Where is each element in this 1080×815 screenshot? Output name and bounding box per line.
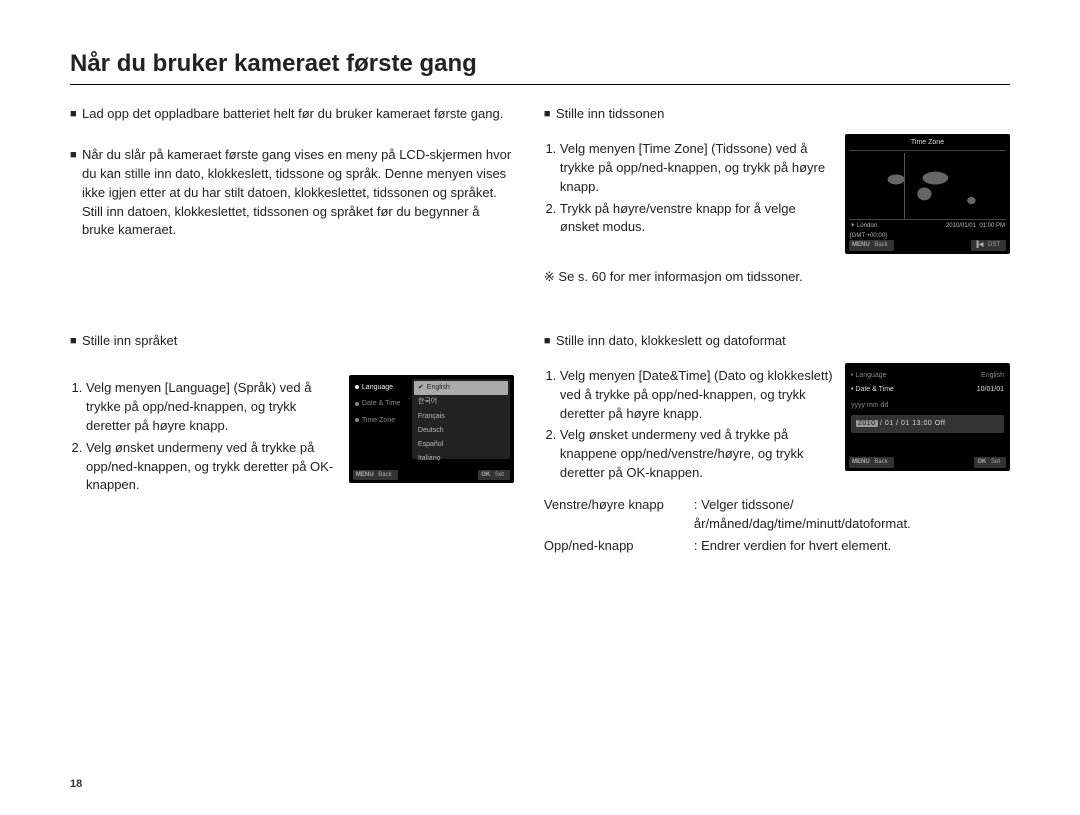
lang-opt-korean: 한국어 [414,395,508,409]
menu-back-label: Back [375,471,394,479]
dt-field-rest: / 01 / 01 13:00 Off [878,420,946,427]
menu-back-btn: MENU [356,472,374,478]
dt-set-btn: OK [977,459,986,465]
lang-step-2: Velg ønsket undermeny ved å trykke på op… [86,439,339,496]
tz-dst-label: DST [985,241,1003,249]
page-number: 18 [70,778,82,790]
tz-gmt: [GMT +00:00] [850,232,887,241]
lang-heading: Stille inn språket [82,332,514,351]
menu-item-timezone: Time Zone [355,416,410,426]
menu-item-language: Language [355,383,410,393]
tz-date: 2010/01/01 [946,223,976,229]
dt-row2-right: 10/01/01 [977,385,1004,395]
dt-row1-right: English [981,371,1004,381]
kv2-label: Opp/ned-knapp [544,537,694,556]
kv2-value: : Endrer verdien for hvert element. [694,537,1010,556]
tz-time: 01:00 PM [979,223,1005,229]
timezone-screen-mock: Time Zone ☀ London [GMT +00:00] 2010/01/… [845,134,1010,254]
dt-back-btn: MENU [852,459,870,465]
dt-back-label: Back [871,458,890,466]
menu-set-label: Set [492,471,507,479]
bullet-icon: ■ [70,146,82,240]
intro-1: Lad opp det oppladbare batteriet helt fø… [82,105,514,124]
kv1-value: : Velger tidssone/år/måned/dag/time/minu… [694,496,1010,534]
page-title: Når du bruker kameraet første gang [70,50,1010,85]
lang-opt-italiano: Italiano [414,452,508,466]
bullet-icon: ■ [544,332,556,351]
dt-field-year: 2010 [856,420,878,427]
dt-step-1: Velg menyen [Date&Time] (Dato og klokkes… [560,367,835,424]
intro-2: Når du slår på kameraet første gang vise… [82,146,514,240]
world-map-icon [849,153,1006,220]
bullet-icon: ■ [70,105,82,124]
dt-field: 2010 / 01 / 01 13:00 Off [851,415,1004,433]
dt-format: yyyy mm dd [851,401,1004,411]
bullet-icon: ■ [544,105,556,124]
tz-note: ※ Se s. 60 for mer informasjon om tidsso… [544,268,1010,287]
tz-city: London [857,223,877,229]
tz-dst-btn: ▐◀ [974,242,983,248]
tz-step-2: Trykk på høyre/venstre knapp for å velge… [560,200,835,238]
language-screen-mock: Language Date & Time Time Zone English 한… [349,375,514,483]
lang-step-1: Velg menyen [Language] (Språk) ved å try… [86,379,339,436]
lang-opt-espanol: Español [414,438,508,452]
tz-back-label: Back [871,241,890,249]
tz-screen-title: Time Zone [849,138,1006,151]
datetime-screen-mock: • Language English • Date & Time 10/01/0… [845,363,1010,471]
dt-set-label: Set [988,458,1003,466]
tz-heading: Stille inn tidssonen [556,105,1010,124]
dt-row1-left: Language [855,372,886,379]
dt-step-2: Velg ønsket undermeny ved å trykke på kn… [560,426,835,483]
kv1-label: Venstre/høyre knapp [544,496,694,534]
lang-opt-deutsch: Deutsch [414,424,508,438]
lang-opt-francais: Français [414,410,508,424]
bullet-icon: ■ [70,332,82,351]
menu-item-datetime: Date & Time [355,399,410,409]
dt-row2-left: Date & Time [855,386,894,393]
menu-set-btn: OK [481,472,490,478]
dt-heading: Stille inn dato, klokkeslett og datoform… [556,332,1010,351]
tz-back-btn: MENU [852,242,870,248]
lang-opt-english: English [414,381,508,395]
tz-step-1: Velg menyen [Time Zone] (Tidssone) ved å… [560,140,835,197]
